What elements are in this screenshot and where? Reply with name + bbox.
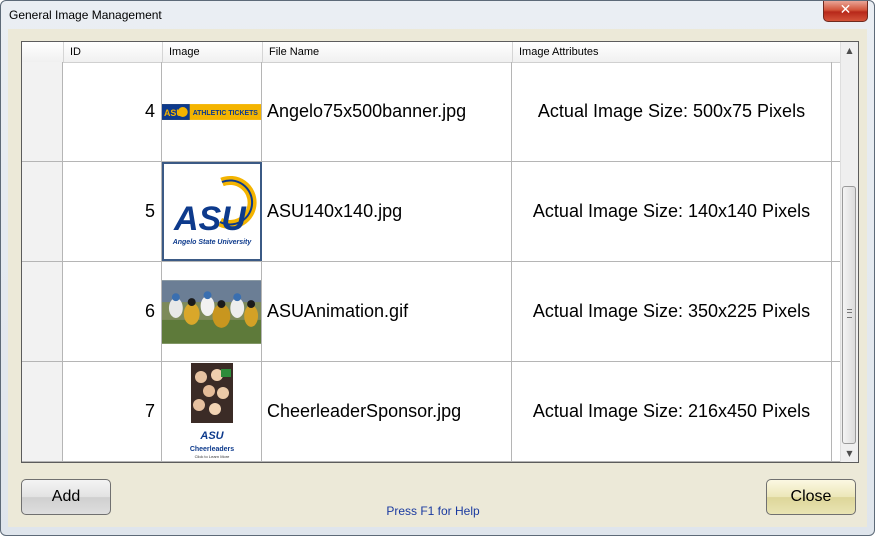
title-bar: General Image Management ✕	[1, 1, 874, 29]
cheer-caption: Cheerleaders	[189, 446, 233, 453]
table-row[interactable]: 4 ASU ATHLETIC TICKETS Angelo75x500banne…	[22, 62, 840, 162]
close-button[interactable]: Close	[766, 479, 856, 515]
row-selector[interactable]	[22, 62, 63, 161]
cell-file-name: Angelo75x500banner.jpg	[262, 62, 512, 161]
table-row[interactable]: 7 ASU Cheerleaders Click to Learn More C…	[22, 362, 840, 462]
cell-id: 7	[63, 362, 162, 461]
column-header-image-attributes[interactable]: Image Attributes	[512, 42, 840, 62]
cheer-logo-text: ASU	[199, 430, 224, 442]
general-image-management-window: General Image Management ✕ ID Image File…	[0, 0, 875, 536]
cell-image-attributes: Actual Image Size: 350x225 Pixels	[512, 262, 832, 361]
cell-id: 4	[63, 62, 162, 161]
cell-file-name: CheerleaderSponsor.jpg	[262, 362, 512, 461]
cheer-subcaption: Click to Learn More	[194, 454, 229, 459]
asu-logo-caption: Angelo State University	[171, 239, 252, 246]
asu-logo-text: ASU	[173, 200, 247, 238]
cell-image-attributes: Actual Image Size: 140x140 Pixels	[512, 162, 832, 261]
scroll-up-icon[interactable]: ▲	[841, 42, 858, 59]
scrollbar-thumb[interactable]	[842, 186, 856, 444]
cell-id: 5	[63, 162, 162, 261]
banner-thumbnail: ASU ATHLETIC TICKETS	[162, 103, 261, 120]
cell-id: 6	[63, 262, 162, 361]
banner-text: ATHLETIC TICKETS	[193, 109, 259, 116]
football-photo-thumbnail	[162, 279, 261, 344]
window-title: General Image Management	[9, 8, 162, 22]
scroll-down-icon[interactable]: ▼	[841, 445, 858, 462]
row-selector[interactable]	[22, 362, 63, 461]
row-selector-header	[22, 42, 63, 62]
vertical-scrollbar[interactable]: ▲ ▼	[840, 42, 858, 462]
column-header-image[interactable]: Image	[162, 42, 262, 62]
image-grid: ID Image File Name Image Attributes 4 AS…	[21, 41, 859, 463]
cell-file-name: ASU140x140.jpg	[262, 162, 512, 261]
add-button[interactable]: Add	[21, 479, 111, 515]
column-header-file-name[interactable]: File Name	[262, 42, 512, 62]
cell-image: ASU Cheerleaders Click to Learn More	[162, 362, 262, 461]
cell-image	[162, 262, 262, 361]
cheerleader-sponsor-thumbnail: ASU Cheerleaders Click to Learn More	[186, 362, 237, 461]
table-row[interactable]: 6 ASUAnimation.gif Actual Image Size: 35…	[22, 262, 840, 362]
help-text: Press F1 for Help	[386, 504, 480, 518]
client-area: ID Image File Name Image Attributes 4 AS…	[8, 29, 867, 527]
cell-image: ASU Angelo State University	[162, 162, 262, 261]
column-header-id[interactable]: ID	[63, 42, 162, 62]
cell-image-attributes: Actual Image Size: 216x450 Pixels	[512, 362, 832, 461]
row-selector[interactable]	[22, 162, 63, 261]
grip-icon	[847, 309, 852, 318]
row-selector[interactable]	[22, 262, 63, 361]
banner-logo-text: ASU	[164, 107, 183, 117]
window-close-button[interactable]: ✕	[823, 1, 868, 22]
cell-image: ASU ATHLETIC TICKETS	[162, 62, 262, 161]
cell-image-attributes: Actual Image Size: 500x75 Pixels	[512, 62, 832, 161]
close-icon: ✕	[839, 2, 852, 18]
table-row[interactable]: 5 ASU Angelo State University ASU140x140…	[22, 162, 840, 262]
grid-header: ID Image File Name Image Attributes	[22, 42, 840, 63]
cell-file-name: ASUAnimation.gif	[262, 262, 512, 361]
asu-logo-thumbnail: ASU Angelo State University	[163, 163, 260, 260]
